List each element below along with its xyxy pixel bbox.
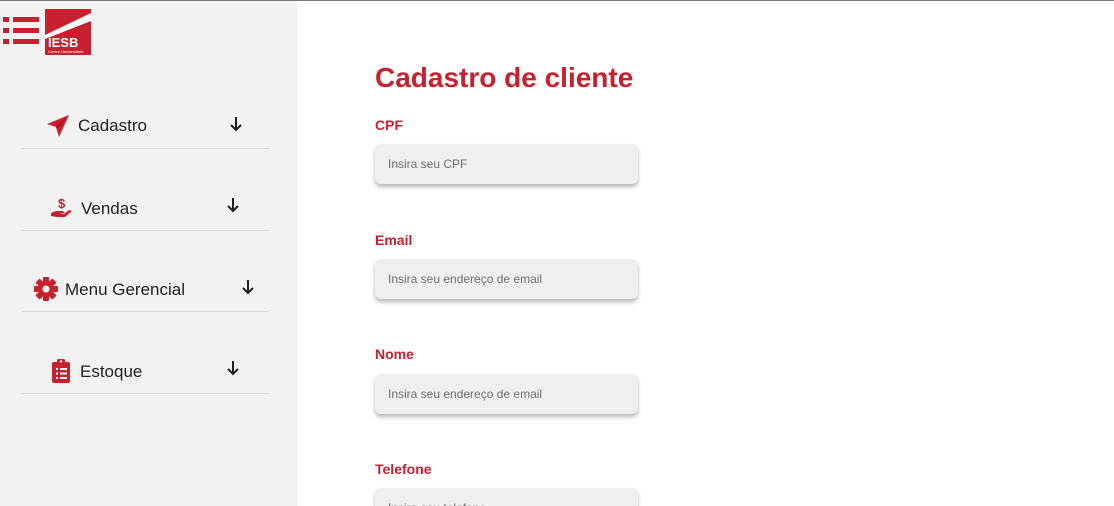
nome-input[interactable]	[375, 374, 638, 414]
paper-plane-icon	[46, 114, 70, 138]
page-title: Cadastro de cliente	[375, 62, 634, 93]
cpf-label: CPF	[375, 117, 403, 133]
hand-dollar-icon: $	[50, 196, 74, 220]
cpf-input[interactable]	[375, 144, 638, 184]
email-input[interactable]	[375, 259, 638, 299]
arrow-down-icon[interactable]	[226, 197, 240, 213]
sidebar-item-label: Vendas	[81, 199, 138, 218]
telefone-label: Telefone	[375, 461, 432, 477]
gear-icon	[34, 277, 58, 301]
logo-text: IESB	[48, 35, 78, 50]
sidebar-item-label: Menu Gerencial	[65, 280, 186, 299]
sidebar-item-cadastro[interactable]: Cadastro	[22, 101, 269, 149]
sidebar: IESB Centro Universitário Cadastro $ Ven…	[0, 1, 297, 506]
email-label: Email	[375, 232, 413, 248]
sidebar-item-vendas[interactable]: $ Vendas	[22, 183, 269, 231]
clipboard-list-icon	[49, 359, 73, 383]
sidebar-item-label: Estoque	[80, 362, 143, 381]
telefone-input[interactable]	[375, 488, 638, 506]
svg-text:$: $	[58, 196, 66, 211]
sidebar-item-estoque[interactable]: Estoque	[22, 346, 269, 394]
menu-list-icon[interactable]	[3, 16, 39, 46]
sidebar-item-menu-gerencial[interactable]: Menu Gerencial	[22, 264, 269, 312]
arrow-down-icon[interactable]	[229, 116, 243, 132]
nome-label: Nome	[375, 346, 414, 362]
arrow-down-icon[interactable]	[241, 279, 255, 295]
arrow-down-icon[interactable]	[226, 360, 240, 376]
logo-subtext: Centro Universitário	[48, 49, 84, 54]
iesb-logo: IESB Centro Universitário	[45, 9, 91, 55]
sidebar-item-label: Cadastro	[78, 116, 147, 135]
